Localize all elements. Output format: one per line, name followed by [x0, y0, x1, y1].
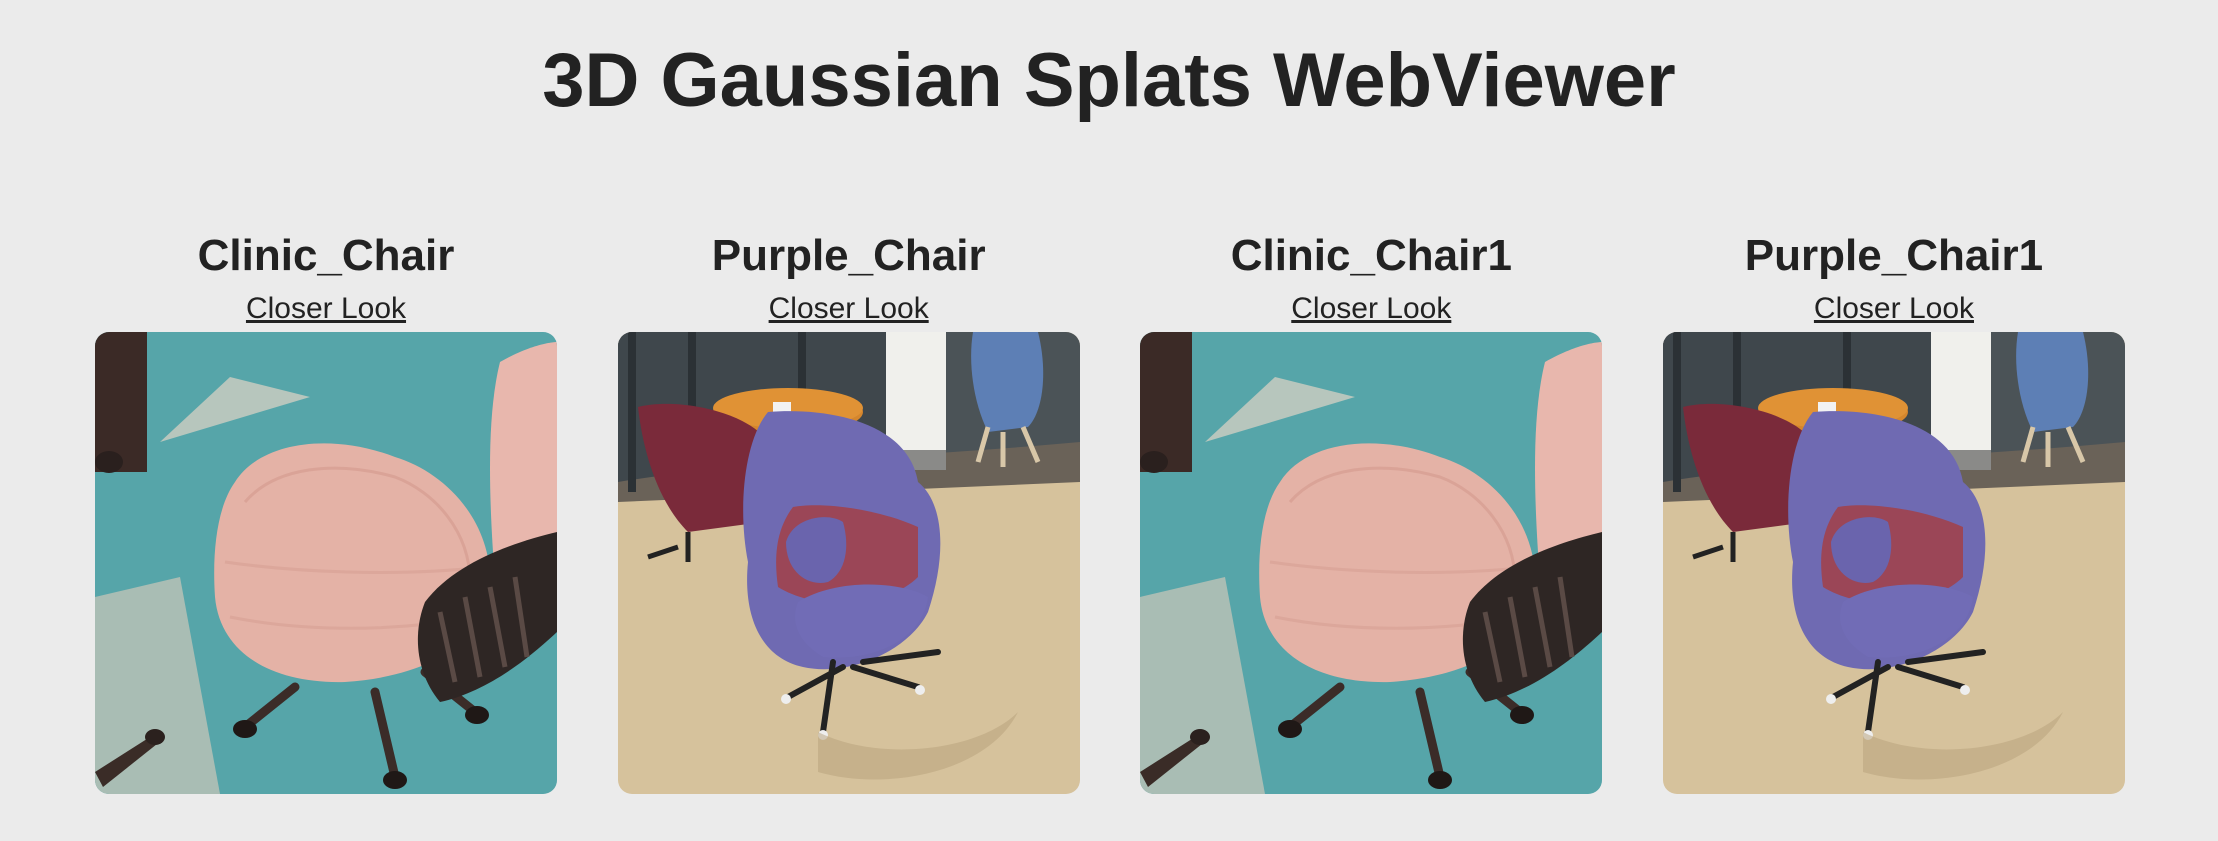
model-title: Clinic_Chair1: [1230, 231, 1512, 280]
model-card-clinic-chair: Clinic_Chair Closer Look: [95, 228, 557, 794]
model-thumbnail-clinic-chair[interactable]: [95, 332, 557, 794]
model-title: Purple_Chair: [711, 231, 986, 280]
closer-look-link[interactable]: Closer Look: [769, 290, 929, 328]
model-card-clinic-chair1: Clinic_Chair1 Closer Look: [1140, 228, 1603, 794]
model-card-purple-chair1: Purple_Chair1 Closer Look: [1662, 228, 2125, 794]
closer-look-link[interactable]: Closer Look: [246, 290, 406, 328]
model-thumbnail-clinic-chair1[interactable]: [1140, 332, 1603, 794]
closer-look-link[interactable]: Closer Look: [1291, 290, 1451, 328]
model-thumbnail-purple-chair1[interactable]: [1662, 332, 2125, 794]
model-thumbnail-purple-chair[interactable]: [617, 332, 1080, 794]
page-title: 3D Gaussian Splats WebViewer: [542, 38, 1676, 123]
closer-look-link[interactable]: Closer Look: [1814, 290, 1974, 328]
model-title: Purple_Chair1: [1744, 231, 2044, 280]
model-card-purple-chair: Purple_Chair Closer Look: [617, 228, 1080, 794]
model-title: Clinic_Chair: [197, 231, 455, 280]
model-gallery: Clinic_Chair Closer Look Purple_Chair Cl…: [95, 228, 2125, 794]
